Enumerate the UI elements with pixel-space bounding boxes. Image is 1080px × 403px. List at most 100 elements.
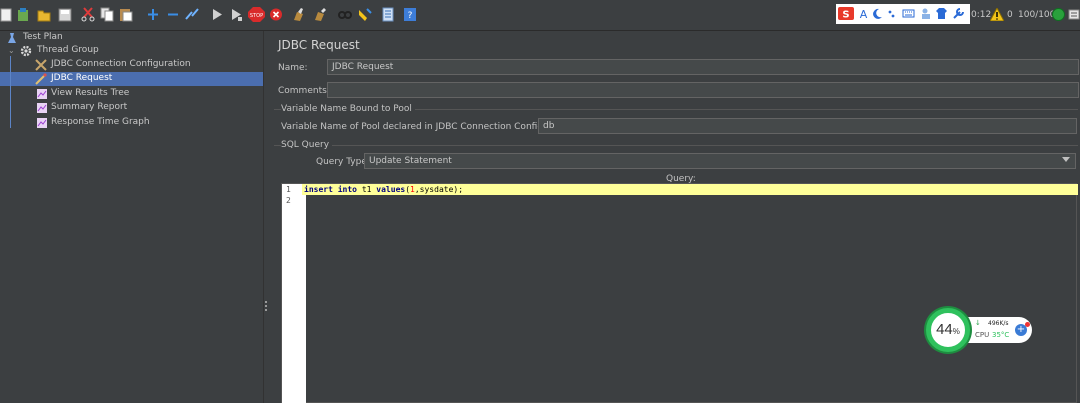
running-indicator-icon (1052, 8, 1065, 21)
keyword-values: values (376, 185, 406, 194)
search-icon[interactable] (338, 7, 352, 22)
paste-icon[interactable] (119, 7, 133, 22)
tree-node-response-time-graph[interactable]: Response Time Graph (0, 116, 263, 130)
tree-node-label: JDBC Request (51, 73, 113, 83)
active-threads: 100/100 (1018, 10, 1056, 20)
tree-node-test-plan[interactable]: Test Plan (0, 31, 263, 45)
test-plan-tree: Test Plan ⌄ Thread Group JDBC Connection… (0, 31, 263, 403)
listener-icon (36, 117, 48, 129)
keyword-insert: insert (304, 185, 333, 194)
keyboard-icon[interactable] (902, 7, 915, 20)
chevron-down-icon[interactable] (1062, 157, 1070, 162)
test-plan-icon (6, 32, 18, 44)
page-title: JDBC Request (278, 38, 360, 52)
notification-dot (1025, 322, 1030, 327)
ime-tray: S A (836, 4, 970, 24)
name-label: Name: (278, 63, 308, 73)
keyword-into: into (337, 185, 357, 194)
svg-text:S: S (842, 10, 849, 21)
shutdown-icon[interactable] (269, 7, 283, 22)
query-code-line[interactable]: insert into t1 values(1,sysdate); (304, 185, 463, 194)
listener-icon (36, 102, 48, 114)
query-type-select[interactable]: Update Statement (364, 153, 1076, 169)
tree-node-view-results-tree[interactable]: View Results Tree (0, 87, 263, 101)
query-type-value: Update Statement (369, 156, 452, 166)
skin-icon[interactable] (935, 7, 948, 20)
listener-icon (36, 88, 48, 100)
pool-label: Variable Name of Pool declared in JDBC C… (281, 122, 579, 132)
wrench-icon[interactable] (952, 7, 965, 20)
cpu-label: CPU (975, 331, 990, 339)
start-no-pause-icon[interactable] (229, 7, 243, 22)
sql-section-title: SQL Query (281, 140, 333, 150)
tree-node-label: View Results Tree (51, 88, 130, 98)
svg-text:?: ? (408, 11, 413, 21)
pool-name-field[interactable]: db (538, 118, 1077, 134)
name-field[interactable]: JDBC Request (327, 59, 1079, 75)
table-name: t1 (361, 185, 372, 194)
clock-fragment: 0:12 (971, 10, 992, 20)
clear-icon[interactable] (292, 7, 306, 22)
toggle-icon[interactable] (185, 7, 199, 22)
error-count: 0 (1007, 10, 1013, 20)
save-icon[interactable] (58, 7, 72, 22)
query-editor[interactable]: 1 2 insert into t1 values(1,sysdate); (281, 183, 1078, 403)
tree-node-label: Summary Report (51, 102, 128, 112)
templates-icon[interactable] (16, 7, 30, 22)
clear-all-icon[interactable] (313, 7, 327, 22)
english-mode-icon[interactable]: A (857, 7, 870, 20)
net-speed: 496K/s (988, 320, 1009, 327)
cpu-percent: 44 (936, 321, 953, 338)
pool-section-title: Variable Name Bound to Pool (281, 104, 415, 114)
open-icon[interactable] (37, 7, 51, 22)
punctuation-icon[interactable] (886, 7, 899, 20)
tree-node-label: Test Plan (23, 32, 63, 42)
collapse-icon[interactable] (166, 7, 180, 22)
percent-sign: % (952, 327, 960, 336)
warning-icon[interactable] (989, 6, 1005, 22)
stop-icon[interactable]: STOP (248, 7, 265, 22)
sogou-icon[interactable]: S (838, 7, 854, 20)
chevron-down-icon[interactable]: ⌄ (8, 46, 15, 55)
start-icon[interactable] (210, 7, 224, 22)
tree-node-thread-group[interactable]: ⌄ Thread Group (0, 44, 263, 58)
config-element-icon (35, 59, 47, 71)
reset-search-icon[interactable] (358, 7, 372, 22)
new-icon[interactable] (0, 7, 14, 22)
sql-section-border (274, 145, 1078, 146)
sampler-icon (35, 73, 47, 85)
copy-icon[interactable] (100, 7, 114, 22)
help-icon[interactable]: ? (403, 7, 417, 22)
divider-grip-icon[interactable] (265, 301, 267, 311)
expand-icon[interactable] (146, 7, 160, 22)
svg-text:A: A (860, 8, 868, 20)
system-monitor-widget[interactable]: ↓ 496K/s CPU 35°C + 44% (922, 305, 1032, 355)
monitor-info-pill: ↓ 496K/s CPU 35°C + (966, 317, 1032, 343)
code-rest: ,sysdate); (414, 185, 464, 194)
cpu-temp: 35°C (992, 331, 1010, 339)
download-arrow-icon: ↓ (975, 319, 981, 327)
user-icon[interactable] (920, 7, 933, 20)
line-number-gutter: 1 2 (282, 184, 302, 403)
gear-icon (20, 45, 32, 57)
query-type-label: Query Type: (316, 157, 370, 167)
tree-node-label: Response Time Graph (51, 117, 150, 127)
comments-label: Comments: (278, 86, 330, 96)
line-number: 1 (286, 185, 291, 194)
tree-node-jdbc-connection-config[interactable]: JDBC Connection Configuration (0, 58, 263, 72)
function-helper-icon[interactable] (381, 7, 395, 22)
cpu-usage-ring[interactable]: 44% (926, 308, 970, 352)
tree-node-jdbc-request[interactable]: JDBC Request (0, 72, 263, 86)
cut-icon[interactable] (81, 7, 95, 22)
tree-node-label: Thread Group (37, 45, 99, 55)
main-toolbar: STOP ? S A 0:12 0 100/100 (0, 0, 1080, 31)
comments-field[interactable] (327, 82, 1079, 98)
line-number: 2 (286, 196, 291, 205)
loggers-icon[interactable] (1068, 8, 1080, 21)
tree-node-summary-report[interactable]: Summary Report (0, 101, 263, 115)
tree-node-label: JDBC Connection Configuration (51, 59, 191, 69)
tree-guide-line (10, 56, 11, 128)
split-pane-divider[interactable] (263, 31, 269, 403)
moon-icon[interactable] (871, 7, 884, 20)
caret-line (302, 195, 306, 403)
